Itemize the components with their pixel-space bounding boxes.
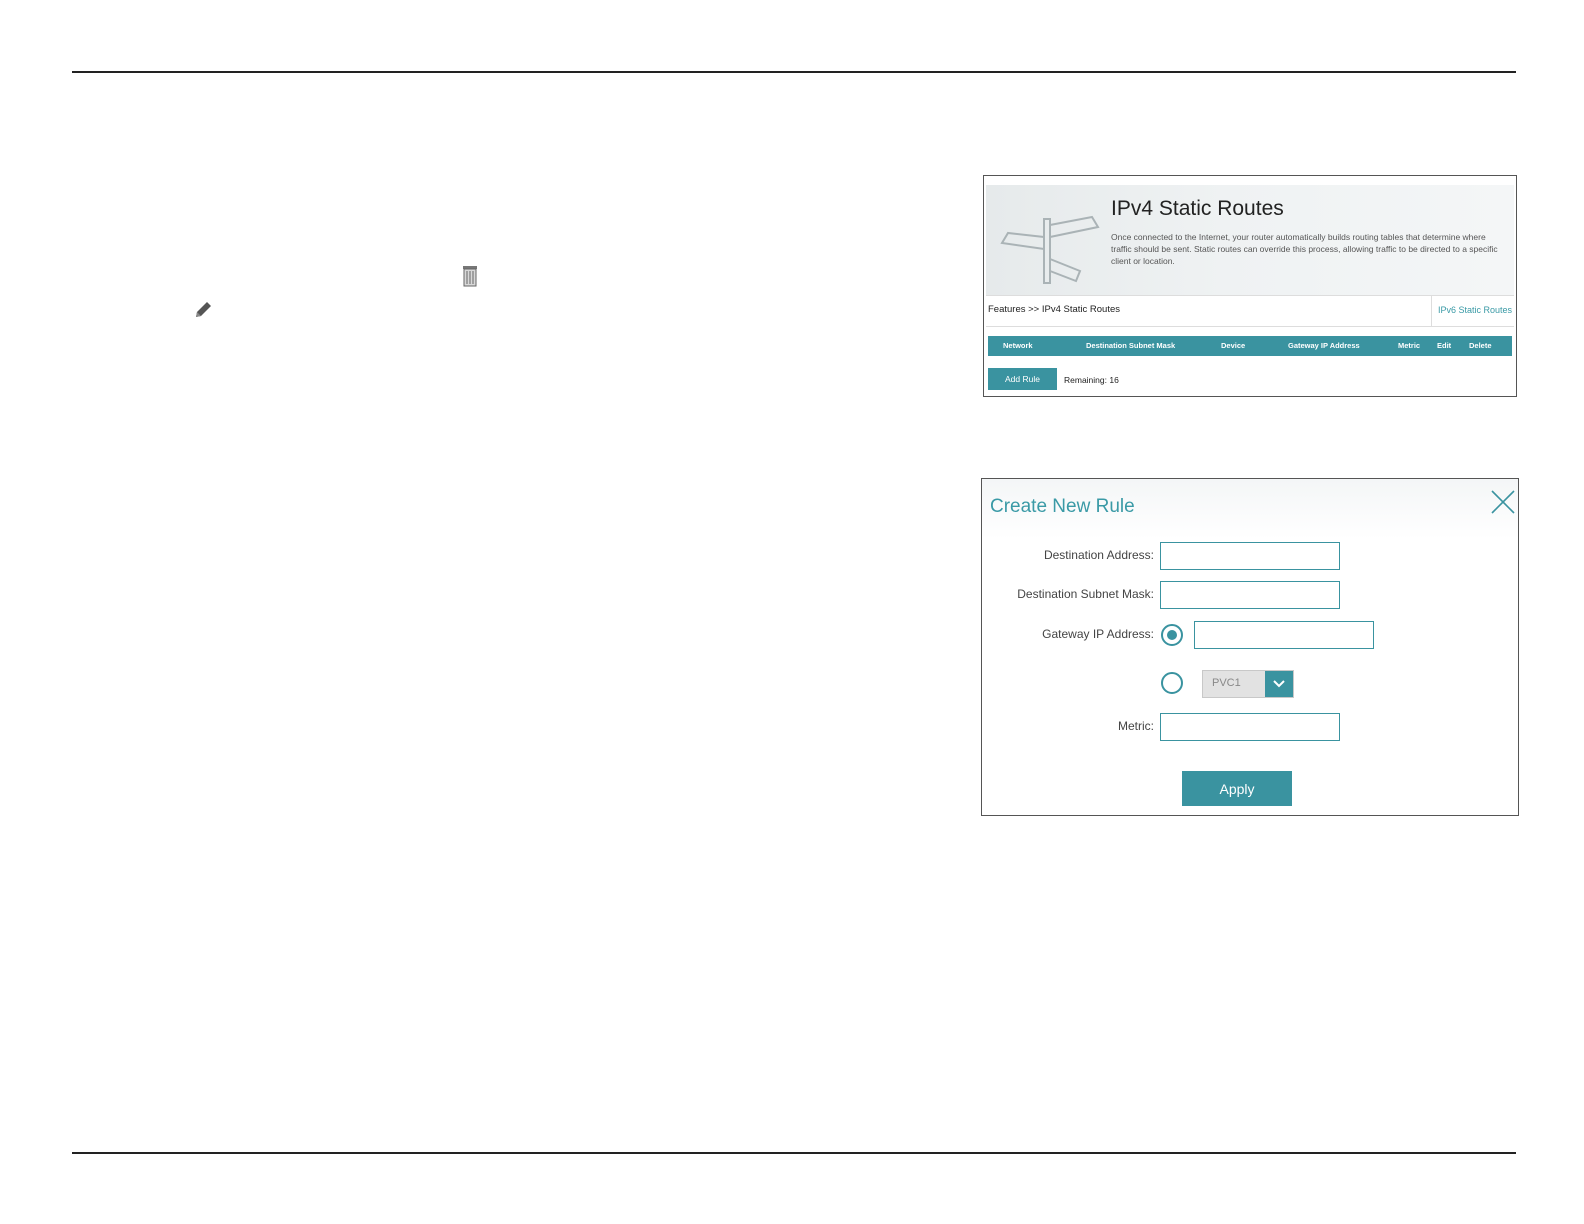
gateway-ip-input[interactable] <box>1194 621 1374 649</box>
interface-select-value: PVC1 <box>1212 677 1241 689</box>
column-metric: Metric <box>1398 341 1421 350</box>
interface-select[interactable]: PVC1 <box>1202 670 1294 698</box>
gateway-ip-address-label: Gateway IP Address: <box>1042 627 1154 641</box>
gateway-ip-radio[interactable] <box>1161 624 1183 646</box>
remaining-count: Remaining: 16 <box>1064 375 1119 385</box>
breadcrumb-row: Features >> IPv4 Static Routes IPv6 Stat… <box>986 295 1514 327</box>
column-edit: Edit <box>1437 341 1452 350</box>
destination-address-label: Destination Address: <box>1043 548 1154 562</box>
metric-input[interactable] <box>1160 713 1340 741</box>
destination-subnet-mask-label: Destination Subnet Mask: <box>1017 587 1154 601</box>
column-gateway-ip-address: Gateway IP Address <box>1288 341 1360 350</box>
create-new-rule-dialog: Create New Rule Destination Address: Des… <box>981 478 1519 816</box>
destination-address-input[interactable] <box>1160 542 1340 570</box>
column-device: Device <box>1221 341 1246 350</box>
trash-icon <box>463 266 477 287</box>
page-description: Once connected to the Internet, your rou… <box>1111 232 1498 266</box>
divider <box>1431 296 1432 326</box>
interface-select-toggle[interactable] <box>1265 671 1293 697</box>
column-delete: Delete <box>1469 341 1492 350</box>
pencil-icon <box>196 302 211 317</box>
add-rule-button[interactable]: Add Rule <box>988 368 1057 390</box>
banner: IPv4 Static Routes Once connected to the… <box>986 185 1514 295</box>
destination-subnet-mask-input[interactable] <box>1160 581 1340 609</box>
metric-label: Metric: <box>1118 719 1154 733</box>
dialog-title: Create New Rule <box>990 496 1135 517</box>
close-icon[interactable] <box>1490 489 1516 515</box>
ipv6-static-routes-link[interactable]: IPv6 Static Routes <box>1438 305 1512 315</box>
radio-selected-dot <box>1167 630 1177 640</box>
dialog-header: Create New Rule <box>982 479 1518 539</box>
column-destination-subnet-mask: Destination Subnet Mask <box>1086 341 1176 350</box>
interface-radio[interactable] <box>1161 672 1183 694</box>
breadcrumb: Features >> IPv4 Static Routes <box>988 304 1121 315</box>
top-rule <box>72 71 1516 73</box>
routes-table-header: Network Destination Subnet Mask Device G… <box>988 336 1512 356</box>
column-network: Network <box>1003 341 1033 350</box>
ipv4-static-routes-panel: IPv4 Static Routes Once connected to the… <box>983 175 1517 397</box>
apply-button[interactable]: Apply <box>1182 771 1292 806</box>
page-title: IPv4 Static Routes <box>1111 197 1284 220</box>
chevron-down-icon <box>1273 680 1285 688</box>
bottom-rule <box>72 1152 1516 1154</box>
signpost-icon <box>1000 215 1100 284</box>
